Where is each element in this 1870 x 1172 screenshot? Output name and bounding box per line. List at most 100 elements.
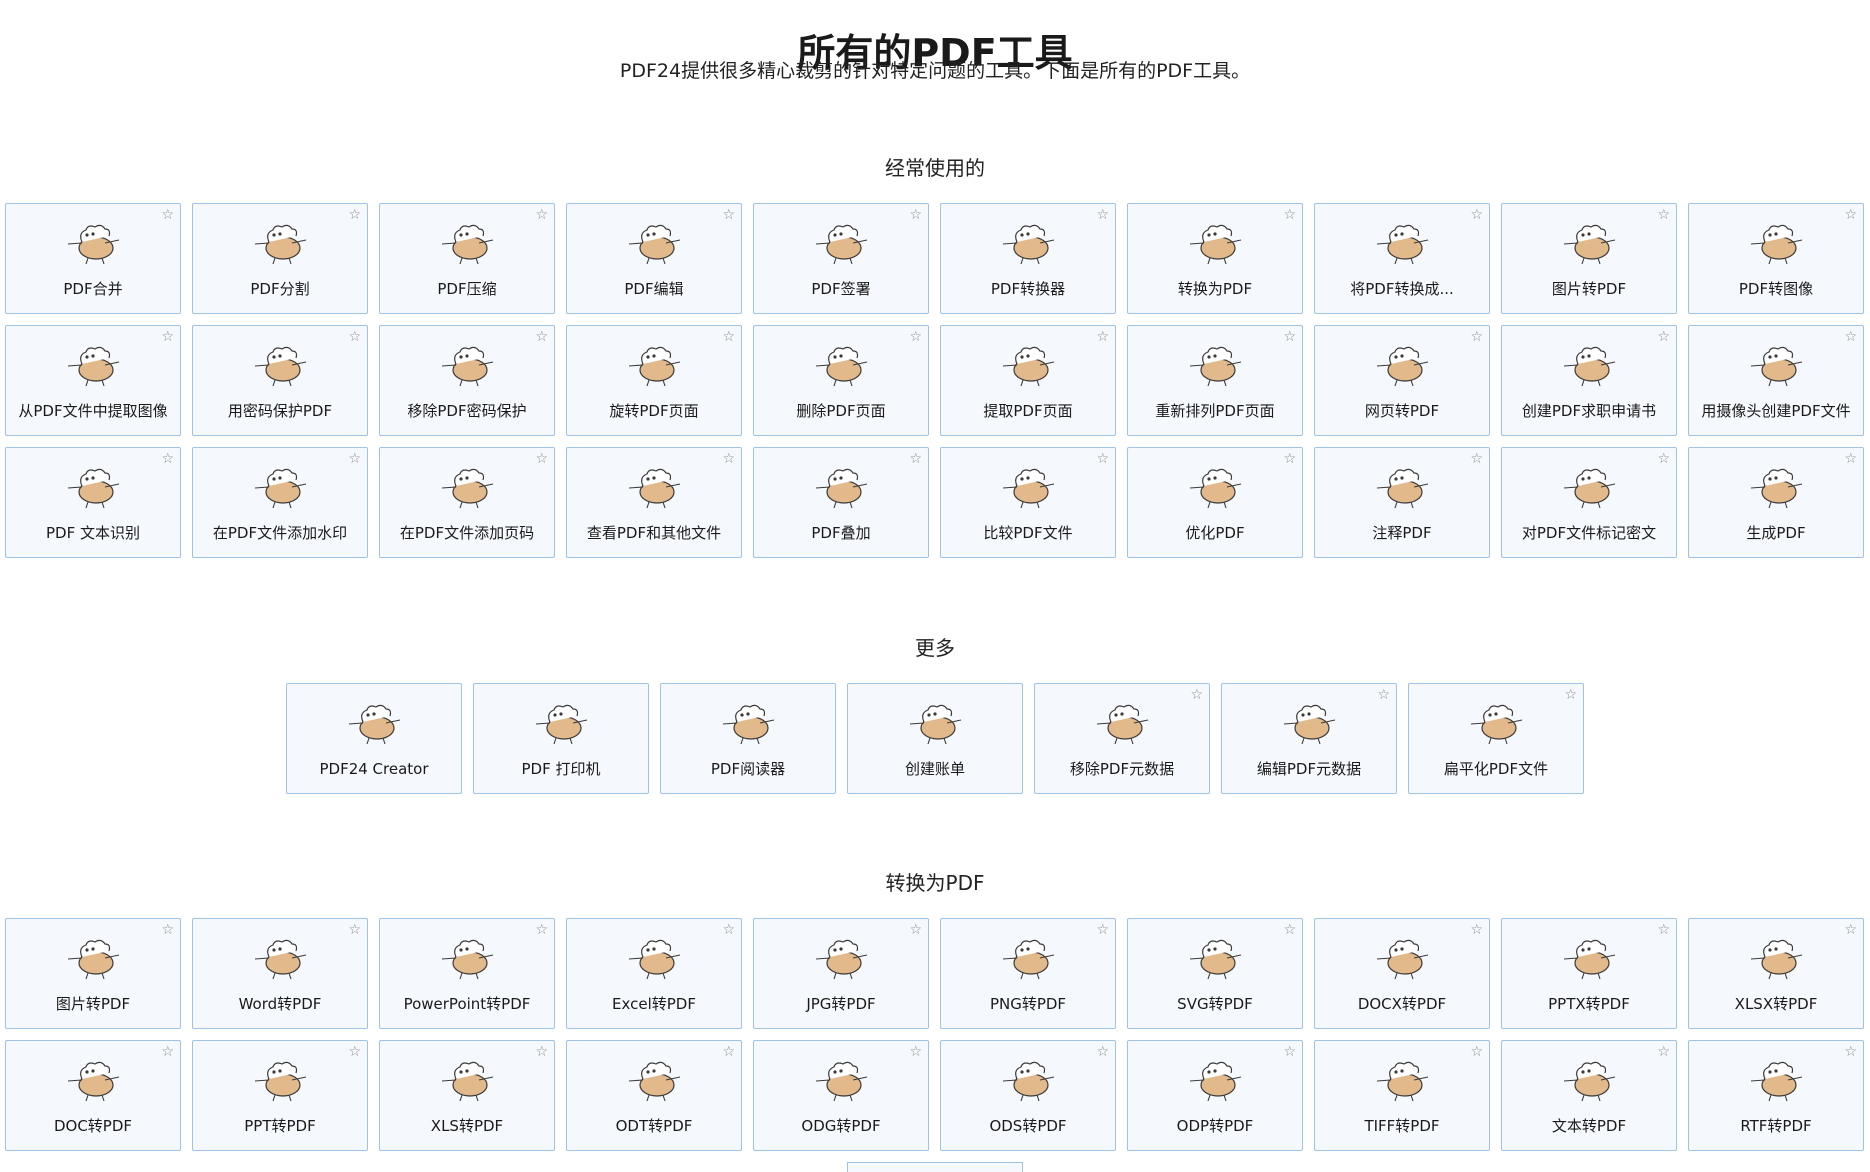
tool-label: PDF分割 xyxy=(250,280,310,298)
sheep-mascot-icon xyxy=(754,1051,928,1109)
tool-tile-to-pdf-3[interactable]: ☆ PowerPoint转PDF xyxy=(379,918,555,1029)
tool-label: 图片转PDF xyxy=(1551,280,1627,298)
sheep-mascot-icon xyxy=(1502,336,1676,394)
tool-tile-to-pdf-17[interactable]: ☆ ODP转PDF xyxy=(1127,1040,1303,1151)
tool-tile-common-27[interactable]: ☆ 优化PDF xyxy=(1127,447,1303,558)
tool-tile-to-pdf-6[interactable]: ☆ PNG转PDF xyxy=(940,918,1116,1029)
sheep-mascot-icon xyxy=(1689,458,1863,516)
tool-tile-to-pdf-13[interactable]: ☆ XLS转PDF xyxy=(379,1040,555,1151)
tool-tile-to-pdf-12[interactable]: ☆ PPT转PDF xyxy=(192,1040,368,1151)
tool-tile-common-6[interactable]: ☆ PDF转换器 xyxy=(940,203,1116,314)
tool-label: PDF24 Creator xyxy=(319,760,429,778)
tool-tile-common-17[interactable]: ☆ 重新排列PDF页面 xyxy=(1127,325,1303,436)
sheep-mascot-icon xyxy=(193,458,367,516)
tool-tile-common-19[interactable]: ☆ 创建PDF求职申请书 xyxy=(1501,325,1677,436)
tool-tile-common-8[interactable]: ☆ 将PDF转换成... xyxy=(1314,203,1490,314)
tool-tile-common-26[interactable]: ☆ 比较PDF文件 xyxy=(940,447,1116,558)
tool-tile-common-13[interactable]: ☆ 移除PDF密码保护 xyxy=(379,325,555,436)
tool-tile-to-pdf-20[interactable]: ☆ RTF转PDF xyxy=(1688,1040,1864,1151)
tool-tile-common-4[interactable]: ☆ PDF编辑 xyxy=(566,203,742,314)
tool-label: XLSX转PDF xyxy=(1734,995,1818,1013)
section-heading-to-pdf: 转换为PDF xyxy=(885,871,985,895)
sheep-mascot-icon xyxy=(380,929,554,987)
sheep-mascot-icon xyxy=(287,694,461,752)
tool-tile-common-1[interactable]: ☆ PDF合并 xyxy=(5,203,181,314)
tool-tile-common-2[interactable]: ☆ PDF分割 xyxy=(192,203,368,314)
tool-tile-common-18[interactable]: ☆ 网页转PDF xyxy=(1314,325,1490,436)
tool-label: SVG转PDF xyxy=(1177,995,1253,1013)
tool-tile-to-pdf-19[interactable]: ☆ 文本转PDF xyxy=(1501,1040,1677,1151)
tool-tile-common-30[interactable]: ☆ 生成PDF xyxy=(1688,447,1864,558)
tool-tile-more-6[interactable]: ☆ 编辑PDF元数据 xyxy=(1221,683,1397,794)
tool-tile-to-pdf-9[interactable]: ☆ PPTX转PDF xyxy=(1501,918,1677,1029)
tool-tile-common-7[interactable]: ☆ 转换为PDF xyxy=(1127,203,1303,314)
tool-label: 在PDF文件添加水印 xyxy=(212,524,348,542)
tool-tile-common-15[interactable]: ☆ 删除PDF页面 xyxy=(753,325,929,436)
tool-tile-more-1[interactable]: PDF24 Creator xyxy=(286,683,462,794)
tool-tile-more-3[interactable]: PDF阅读器 xyxy=(660,683,836,794)
sheep-mascot-icon xyxy=(1128,336,1302,394)
tool-label: 旋转PDF页面 xyxy=(609,402,699,420)
tool-tile-common-16[interactable]: ☆ 提取PDF页面 xyxy=(940,325,1116,436)
tool-tile-common-21[interactable]: ☆ PDF 文本识别 xyxy=(5,447,181,558)
tool-tile-common-14[interactable]: ☆ 旋转PDF页面 xyxy=(566,325,742,436)
tool-tile-common-12[interactable]: ☆ 用密码保护PDF xyxy=(192,325,368,436)
tool-tile-more-5[interactable]: ☆ 移除PDF元数据 xyxy=(1034,683,1210,794)
sheep-mascot-icon xyxy=(848,694,1022,752)
tool-tile-more-4[interactable]: 创建账单 xyxy=(847,683,1023,794)
tool-label: 用密码保护PDF xyxy=(227,402,333,420)
tool-label: JPG转PDF xyxy=(806,995,876,1013)
sheep-mascot-icon xyxy=(193,929,367,987)
tool-tile-to-pdf-4[interactable]: ☆ Excel转PDF xyxy=(566,918,742,1029)
tool-label: PowerPoint转PDF xyxy=(403,995,531,1013)
sheep-mascot-icon xyxy=(380,336,554,394)
tool-tile-to-pdf-8[interactable]: ☆ DOCX转PDF xyxy=(1314,918,1490,1029)
tool-tile-common-28[interactable]: ☆ 注释PDF xyxy=(1314,447,1490,558)
sheep-mascot-icon xyxy=(1222,694,1396,752)
sheep-mascot-icon xyxy=(941,1051,1115,1109)
tool-label: PDF转图像 xyxy=(1738,280,1814,298)
tool-tile-to-pdf-1[interactable]: ☆ 图片转PDF xyxy=(5,918,181,1029)
sheep-mascot-icon xyxy=(941,336,1115,394)
tool-label: 网页转PDF xyxy=(1364,402,1440,420)
tool-tile-common-22[interactable]: ☆ 在PDF文件添加水印 xyxy=(192,447,368,558)
tool-tile-common-9[interactable]: ☆ 图片转PDF xyxy=(1501,203,1677,314)
tool-tile-to-pdf-18[interactable]: ☆ TIFF转PDF xyxy=(1314,1040,1490,1151)
tool-tile-common-29[interactable]: ☆ 对PDF文件标记密文 xyxy=(1501,447,1677,558)
tool-tile-common-25[interactable]: ☆ PDF叠加 xyxy=(753,447,929,558)
tool-label: 移除PDF元数据 xyxy=(1069,760,1175,778)
sheep-mascot-icon xyxy=(1502,214,1676,272)
tool-tile-more-2[interactable]: PDF 打印机 xyxy=(473,683,649,794)
sheep-mascot-icon xyxy=(567,214,741,272)
tool-tile-to-pdf-2[interactable]: ☆ Word转PDF xyxy=(192,918,368,1029)
sheep-mascot-icon xyxy=(567,1051,741,1109)
tool-label: 图片转PDF xyxy=(55,995,131,1013)
sheep-mascot-icon xyxy=(6,1051,180,1109)
sheep-mascot-icon xyxy=(1128,929,1302,987)
tool-tile-to-pdf-5[interactable]: ☆ JPG转PDF xyxy=(753,918,929,1029)
tool-grid-to-pdf: ☆ 图片转PDF ☆ Word转PDF ☆ PowerPoint转PDF ☆ Excel转PD… xyxy=(5,918,1867,1151)
tool-tile-to-pdf-7[interactable]: ☆ SVG转PDF xyxy=(1127,918,1303,1029)
tool-tile-common-24[interactable]: ☆ 查看PDF和其他文件 xyxy=(566,447,742,558)
tool-label: 扁平化PDF文件 xyxy=(1443,760,1549,778)
sheep-mascot-icon xyxy=(1035,694,1209,752)
section-heading-common: 经常使用的 xyxy=(885,156,985,180)
sheep-mascot-icon xyxy=(193,336,367,394)
sheep-mascot-icon xyxy=(1315,929,1489,987)
tool-label: 将PDF转换成... xyxy=(1350,280,1454,298)
tool-tile-more-7[interactable]: ☆ 扁平化PDF文件 xyxy=(1408,683,1584,794)
tool-tile-to-pdf-10[interactable]: ☆ XLSX转PDF xyxy=(1688,918,1864,1029)
tool-tile-common-23[interactable]: ☆ 在PDF文件添加页码 xyxy=(379,447,555,558)
tool-label: PDF转换器 xyxy=(990,280,1066,298)
tool-tile-common-3[interactable]: ☆ PDF压缩 xyxy=(379,203,555,314)
tool-tile-common-5[interactable]: ☆ PDF签署 xyxy=(753,203,929,314)
tool-tile-to-pdf-16[interactable]: ☆ ODS转PDF xyxy=(940,1040,1116,1151)
tool-tile-common-10[interactable]: ☆ PDF转图像 xyxy=(1688,203,1864,314)
tool-tile-to-pdf-14[interactable]: ☆ ODT转PDF xyxy=(566,1040,742,1151)
tool-tile-common-20[interactable]: ☆ 用摄像头创建PDF文件 xyxy=(1688,325,1864,436)
tool-label: PDF 打印机 xyxy=(521,760,601,778)
tool-tile-to-pdf-15[interactable]: ☆ ODG转PDF xyxy=(753,1040,929,1151)
sheep-mascot-icon xyxy=(754,458,928,516)
tool-tile-common-11[interactable]: ☆ 从PDF文件中提取图像 xyxy=(5,325,181,436)
tool-tile-to-pdf-11[interactable]: ☆ DOC转PDF xyxy=(5,1040,181,1151)
